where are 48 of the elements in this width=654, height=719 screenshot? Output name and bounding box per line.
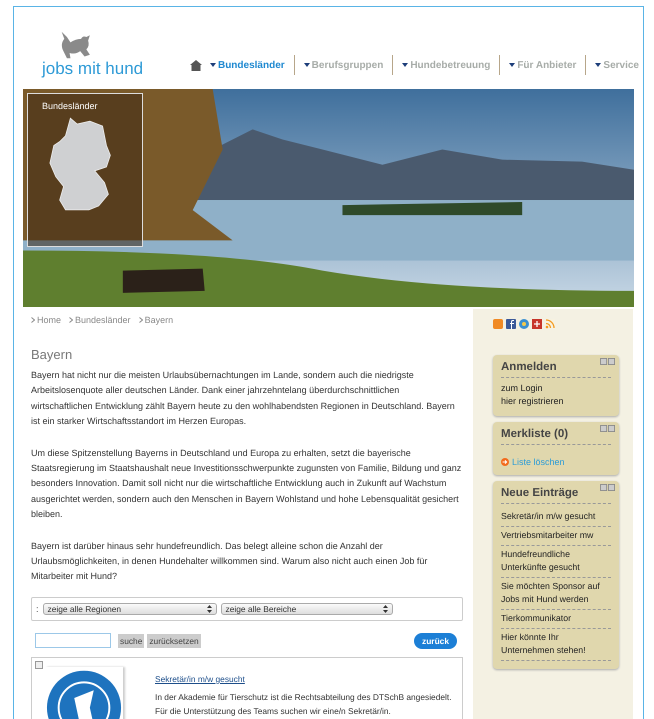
window-controls-icon[interactable]: [600, 484, 616, 491]
page-heading: Bayern: [31, 347, 74, 362]
pin-icon[interactable]: [35, 660, 43, 669]
caret-icon: [509, 63, 516, 67]
filter-label: :: [36, 604, 39, 614]
body-paragraph: Um diese Spitzenstellung Bayerns in Deutschland und Europa zu erhalten, setzt die bayerische Staatsregierung im Staatshaushalt neue Investitionsschwerpunkte zugunsten von Familie, Bildung und ganz besonders Innovation. Damit soll nicht nur die wirtschaftliche Entwicklung auch in Zukunft auf Wachstum ausgerichtet werden, sondern auch den Menschen in Bayern Wohlstand und hohe Lebensqualität gesichert bleiben.: [31, 446, 462, 522]
search-button[interactable]: zurücksetzen: [147, 634, 201, 648]
entry-link[interactable]: Vertriebsmitarbeiter mw: [501, 527, 611, 546]
job-description: In der Akademie für Tierschutz ist die Rechtsabteilung des DTSchB angesiedelt. Für die Unterstützung des Teams suchen wir eine/n Sekretär/in.: [155, 690, 453, 718]
chevron-icon: [31, 317, 35, 323]
map-title: Bundesländer: [42, 101, 98, 111]
entry-link[interactable]: Hundefreundliche Unterkünfte gesucht: [501, 546, 611, 578]
caret-icon: [304, 63, 310, 67]
google-plus-icon[interactable]: [532, 319, 542, 329]
search-button[interactable]: suche: [118, 634, 144, 648]
window-controls-icon[interactable]: [600, 425, 616, 432]
back-button[interactable]: zurück: [414, 632, 457, 649]
sidebar-link[interactable]: zum Login: [501, 382, 611, 395]
up-down-arrows-icon: [382, 604, 388, 613]
window-controls-icon[interactable]: [600, 358, 616, 365]
caret-icon: [595, 63, 602, 67]
body-paragraph: Bayern hat nicht nur die meisten Urlaubsübernachtungen im Lande, sondern auch die niedrigste Arbeitslosenquote aller deutschen Länder. Dank einer jahrzehntelang überdurchschnittlichen wirtschaftlichen Entwicklung zählt Bayern heute zu den wohlhabendsten Regionen in Deutschland. Bayern ist ein starker Wirtschaftsstandort im Herzen Europas.: [31, 369, 456, 428]
sidebar-link[interactable]: hier registrieren: [501, 395, 611, 408]
breadcrumb-link[interactable]: Home: [37, 315, 62, 325]
breadcrumb-link[interactable]: Bundesländer: [75, 315, 131, 325]
entry-link[interactable]: Tierkommunikator: [501, 610, 611, 629]
nav-link[interactable]: Bundesländer: [210, 60, 285, 70]
entry-link[interactable]: Sie möchten Sponsor auf Jobs mit Hund werden: [501, 578, 611, 610]
search-field[interactable]: [35, 633, 111, 648]
arrow-circle-icon: [501, 458, 509, 466]
box-title: Anmelden: [501, 361, 611, 378]
filter-dropdown[interactable]: zeige alle Bereiche: [220, 602, 393, 615]
chevron-icon: [138, 317, 143, 323]
caret-icon: [402, 63, 408, 67]
entry-link[interactable]: Hier könnte Ihr Unternehmen stehen!: [501, 629, 611, 661]
filter-dropdown[interactable]: zeige alle Regionen: [42, 602, 217, 615]
body-paragraph: Bayern ist darüber hinaus sehr hundefreundlich. Das belegt alleine schon die Anzahl der Urlaubsmöglichkeiten, in denen Hundehalter willkommen sind. Warum also nicht auch einen Job für Mitarbeiter mit Hund?: [31, 540, 428, 584]
caret-icon: [210, 63, 216, 67]
logo-text[interactable]: jobs mit hund: [42, 60, 144, 77]
entry-link[interactable]: Sekretär/in m/w gesucht: [501, 508, 611, 527]
chevron-icon: [69, 317, 74, 323]
up-down-arrows-icon: [206, 604, 212, 613]
box-title: Merkliste (0): [501, 428, 611, 445]
job-title-link[interactable]: Sekretär/in m/w gesucht: [155, 674, 245, 684]
facebook-icon[interactable]: [506, 319, 516, 329]
breadcrumb-link[interactable]: Bayern: [144, 315, 174, 325]
home-icon[interactable]: [190, 60, 202, 70]
box-title: Neue Einträge: [501, 487, 611, 504]
